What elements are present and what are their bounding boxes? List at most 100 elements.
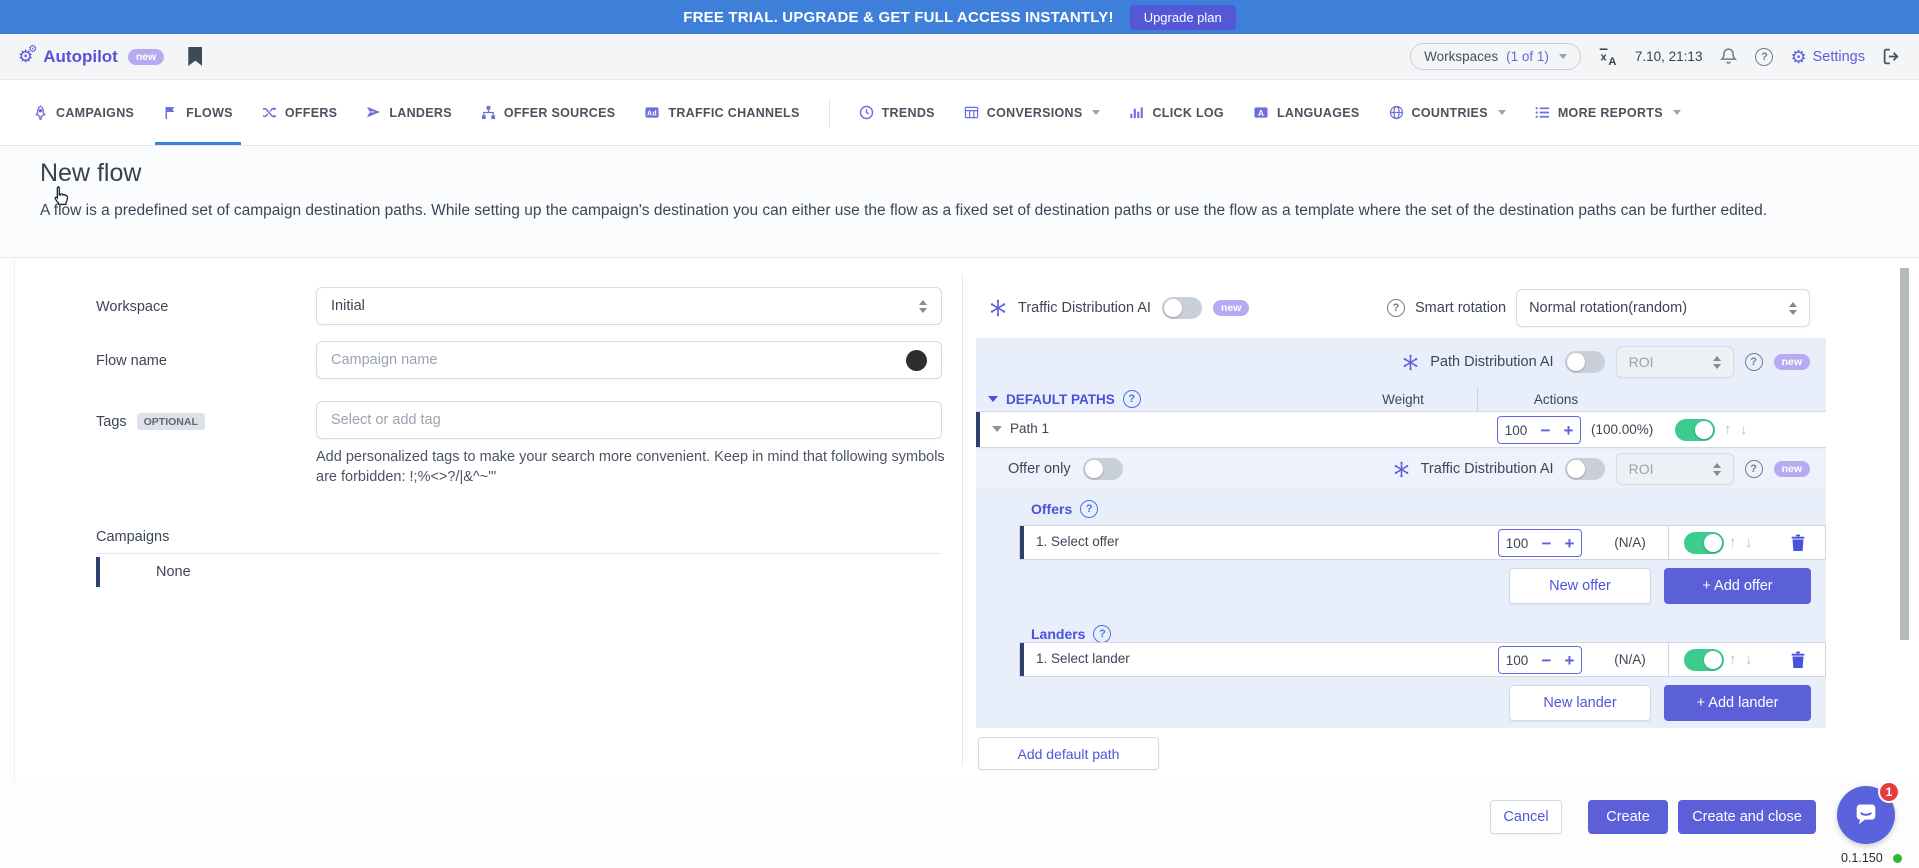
cancel-button[interactable]: Cancel xyxy=(1490,800,1562,834)
path-ai-toggle[interactable] xyxy=(1565,351,1605,373)
move-down-icon[interactable]: ↓ xyxy=(1745,651,1753,668)
offer-enabled-toggle[interactable] xyxy=(1684,532,1724,554)
flow-name-input[interactable] xyxy=(331,352,906,368)
workspace-select[interactable]: Initial xyxy=(316,287,942,325)
offer-weight-stepper: 100 − + xyxy=(1498,529,1582,557)
traffic-channels-icon: Ad xyxy=(644,105,660,120)
default-paths-title: DEFAULT PATHS xyxy=(1006,392,1115,407)
lander-weight-stepper: 100 − + xyxy=(1498,646,1582,674)
nav-click-log[interactable]: CLICK LOG xyxy=(1129,80,1223,145)
bookmark-icon[interactable] xyxy=(188,47,202,66)
plus-button[interactable]: + xyxy=(1557,422,1580,439)
conversions-icon xyxy=(964,105,979,120)
chevron-down-icon xyxy=(1673,110,1681,115)
new-badge: new xyxy=(1213,300,1249,316)
flow-color-dot[interactable] xyxy=(906,350,927,371)
ai-icon xyxy=(1402,354,1419,371)
plus-button[interactable]: + xyxy=(1558,535,1581,552)
roi-select[interactable]: ROI xyxy=(1616,346,1734,378)
move-down-icon[interactable]: ↓ xyxy=(1745,534,1753,551)
traffic-ai-row: Traffic Distribution AI new xyxy=(989,289,1249,327)
nav-languages[interactable]: A LANGUAGES xyxy=(1253,80,1360,145)
minus-button[interactable]: − xyxy=(1535,535,1558,552)
nav-flows[interactable]: FLOWS xyxy=(163,80,233,145)
select-chevrons-icon xyxy=(919,300,927,313)
minus-button[interactable]: − xyxy=(1535,652,1558,669)
help-icon[interactable]: ? xyxy=(1093,625,1111,643)
flow-name-label: Flow name xyxy=(96,353,167,369)
new-offer-button[interactable]: New offer xyxy=(1509,568,1651,604)
more-reports-icon xyxy=(1535,105,1550,120)
help-icon[interactable]: ? xyxy=(1387,299,1405,317)
header-divider xyxy=(1477,387,1478,413)
help-icon[interactable]: ? xyxy=(1745,353,1763,371)
nav-campaigns[interactable]: CAMPAIGNS xyxy=(33,80,134,145)
page-description: A flow is a predefined set of campaign d… xyxy=(40,200,1871,221)
offer-select[interactable]: 1. Select offer xyxy=(1036,534,1119,549)
workspaces-dropdown[interactable]: Workspaces (1 of 1) xyxy=(1410,43,1581,70)
app-title[interactable]: Autopilot xyxy=(43,47,118,67)
svg-text:x: x xyxy=(1600,51,1607,63)
add-lander-button[interactable]: + Add lander xyxy=(1664,685,1811,721)
chat-bubble-icon xyxy=(1852,801,1880,829)
collapse-icon[interactable] xyxy=(988,396,998,402)
scrollbar[interactable] xyxy=(1900,268,1909,640)
offer-only-row: Offer only Traffic Distribution AI ROI ?… xyxy=(976,450,1826,488)
bell-icon[interactable] xyxy=(1719,47,1738,66)
workspaces-label: Workspaces xyxy=(1424,49,1498,64)
row-accent-bar xyxy=(1020,643,1024,676)
new-lander-button[interactable]: New lander xyxy=(1509,685,1651,721)
chat-unread-badge: 1 xyxy=(1878,781,1900,803)
offer-sources-icon xyxy=(481,105,496,120)
create-button[interactable]: Create xyxy=(1588,800,1668,834)
nav-offer-sources[interactable]: OFFER SOURCES xyxy=(481,80,616,145)
roi-select[interactable]: ROI xyxy=(1616,453,1734,485)
lander-row: 1. Select lander 100 − + (N/A) ↑ ↓ xyxy=(1019,642,1826,677)
status-dot xyxy=(1893,854,1902,863)
move-up-icon[interactable]: ↑ xyxy=(1729,651,1737,668)
nav-traffic-channels[interactable]: Ad TRAFFIC CHANNELS xyxy=(644,80,799,145)
chevron-down-icon xyxy=(1498,110,1506,115)
path-traffic-ai-toggle[interactable] xyxy=(1565,458,1605,480)
nav-more-reports[interactable]: MORE REPORTS xyxy=(1535,80,1681,145)
add-default-path-button[interactable]: Add default path xyxy=(978,737,1159,770)
traffic-ai-toggle[interactable] xyxy=(1162,297,1202,319)
add-offer-button[interactable]: + Add offer xyxy=(1664,568,1811,604)
nav-trends[interactable]: TRENDS xyxy=(859,80,935,145)
smart-rotation-select[interactable]: Normal rotation(random) xyxy=(1516,289,1810,327)
nav-offers[interactable]: OFFERS xyxy=(262,80,338,145)
settings-button[interactable]: ⚙ Settings xyxy=(1790,48,1865,66)
weight-header: Weight xyxy=(1373,392,1433,407)
help-icon[interactable]: ? xyxy=(1745,460,1763,478)
move-up-icon[interactable]: ↑ xyxy=(1729,534,1737,551)
offer-only-toggle[interactable] xyxy=(1083,458,1123,480)
nav-conversions[interactable]: CONVERSIONS xyxy=(964,80,1101,145)
lander-enabled-toggle[interactable] xyxy=(1684,649,1724,671)
weight-value[interactable]: 100 xyxy=(1499,536,1535,551)
delete-offer-icon[interactable] xyxy=(1790,534,1806,557)
delete-lander-icon[interactable] xyxy=(1790,651,1806,674)
help-icon[interactable]: ? xyxy=(1080,500,1098,518)
move-down-icon[interactable]: ↓ xyxy=(1740,421,1748,438)
column-divider xyxy=(962,274,963,766)
tags-input[interactable] xyxy=(331,412,927,428)
help-icon[interactable]: ? xyxy=(1123,390,1141,408)
row-accent-bar xyxy=(976,412,980,447)
nav-landers[interactable]: LANDERS xyxy=(366,80,452,145)
plus-button[interactable]: + xyxy=(1558,652,1581,669)
collapse-icon[interactable] xyxy=(992,426,1002,432)
translate-icon[interactable]: xA xyxy=(1598,47,1618,67)
logout-icon[interactable] xyxy=(1882,47,1901,66)
upgrade-plan-button[interactable]: Upgrade plan xyxy=(1130,5,1236,30)
lander-select[interactable]: 1. Select lander xyxy=(1036,651,1130,666)
path-enabled-toggle[interactable] xyxy=(1675,419,1715,441)
lander-percent: (N/A) xyxy=(1595,652,1665,667)
move-up-icon[interactable]: ↑ xyxy=(1724,421,1732,438)
weight-value[interactable]: 100 xyxy=(1499,653,1535,668)
weight-value[interactable]: 100 xyxy=(1498,423,1534,438)
nav-countries[interactable]: COUNTRIES xyxy=(1389,80,1506,145)
tags-help-text: Add personalized tags to make your searc… xyxy=(316,447,962,487)
help-icon[interactable]: ? xyxy=(1755,48,1773,66)
create-and-close-button[interactable]: Create and close xyxy=(1678,800,1816,834)
minus-button[interactable]: − xyxy=(1534,422,1557,439)
